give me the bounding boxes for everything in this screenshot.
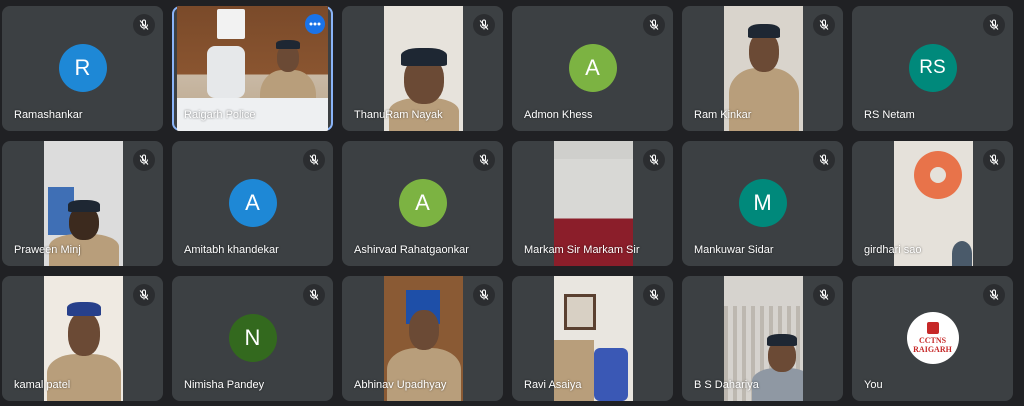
mic-off-icon [303, 284, 325, 306]
participant-name: You [864, 379, 883, 391]
avatar: A [398, 179, 447, 227]
mic-off-icon [983, 149, 1005, 171]
participant-name: Ashirvad Rahatgaonkar [354, 244, 469, 256]
mic-off-icon [133, 284, 155, 306]
meeting-grid: R Ramashankar Raigarh Police ThanuRam Na… [0, 0, 1024, 406]
participant-name: Amitabh khandekar [184, 244, 279, 256]
participant-tile[interactable]: Ravi Asaiya [512, 276, 673, 401]
mic-off-icon [303, 149, 325, 171]
participant-tile[interactable]: Ram Kinkar [682, 6, 843, 131]
participant-tile[interactable]: R Ramashankar [2, 6, 163, 131]
avatar: R [58, 44, 107, 92]
cctns-logo: CCTNS RAIGARH [906, 312, 959, 364]
participant-tile[interactable]: A Ashirvad Rahatgaonkar [342, 141, 503, 266]
participant-tile[interactable]: girdhari sao [852, 141, 1013, 266]
participant-tile[interactable]: ThanuRam Nayak [342, 6, 503, 131]
participant-tile[interactable]: kamal patel [2, 276, 163, 401]
mic-off-icon [643, 14, 665, 36]
participant-name: Markam Sir Markam Sir [524, 244, 640, 256]
mic-off-icon [473, 14, 495, 36]
mic-off-icon [983, 284, 1005, 306]
participant-name: Ram Kinkar [694, 109, 752, 121]
participant-tile[interactable]: B S Dahariya [682, 276, 843, 401]
participant-name: Abhinav Upadhyay [354, 379, 447, 391]
participant-name: Ravi Asaiya [524, 379, 582, 391]
participant-tile[interactable]: Raigarh Police [172, 6, 333, 131]
participant-tile[interactable]: Abhinav Upadhyay [342, 276, 503, 401]
mic-off-icon [643, 284, 665, 306]
mic-off-icon [643, 149, 665, 171]
participant-tile[interactable]: M Mankuwar Sidar [682, 141, 843, 266]
participant-tile[interactable]: A Amitabh khandekar [172, 141, 333, 266]
mic-off-icon [133, 149, 155, 171]
participant-name: Mankuwar Sidar [694, 244, 774, 256]
mic-off-icon [983, 14, 1005, 36]
mic-off-icon [813, 284, 835, 306]
participant-name: RS Netam [864, 109, 915, 121]
participant-name: Nimisha Pandey [184, 379, 265, 391]
participant-name: girdhari sao [864, 244, 922, 256]
mic-off-icon [813, 14, 835, 36]
participant-tile[interactable]: RS RS Netam [852, 6, 1013, 131]
avatar: M [738, 179, 787, 227]
mic-off-icon [133, 14, 155, 36]
participant-name: Admon Khess [524, 109, 593, 121]
participant-tile[interactable]: Praween Minj [2, 141, 163, 266]
participant-name: Raigarh Police [184, 109, 256, 121]
participant-tile[interactable]: CCTNS RAIGARH You [852, 276, 1013, 401]
mic-off-icon [473, 149, 495, 171]
participant-name: Praween Minj [14, 244, 81, 256]
participant-tile[interactable]: A Admon Khess [512, 6, 673, 131]
participant-name: ThanuRam Nayak [354, 109, 443, 121]
more-options-icon[interactable] [305, 14, 325, 34]
mic-off-icon [813, 149, 835, 171]
participant-name: Ramashankar [14, 109, 83, 121]
participant-name: B S Dahariya [694, 379, 759, 391]
participant-name: kamal patel [14, 379, 71, 391]
participant-tile[interactable]: N Nimisha Pandey [172, 276, 333, 401]
avatar: A [228, 179, 277, 227]
avatar: A [568, 44, 617, 92]
participant-tile[interactable]: Markam Sir Markam Sir [512, 141, 673, 266]
mic-off-icon [473, 284, 495, 306]
avatar: RS [908, 44, 957, 92]
avatar: N [228, 314, 277, 362]
